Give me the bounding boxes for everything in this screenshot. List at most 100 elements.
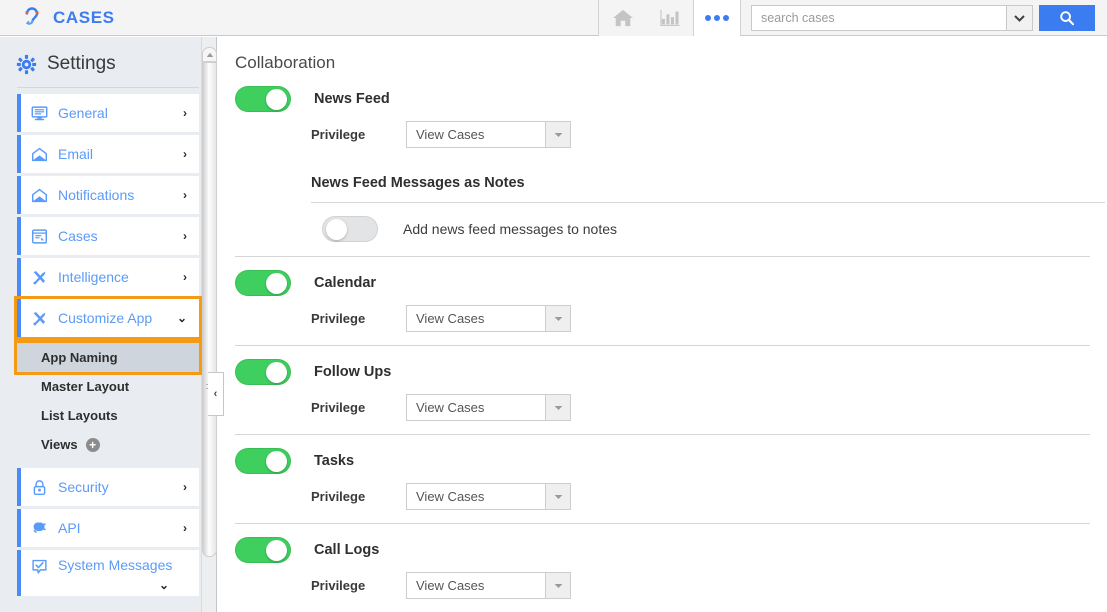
chevron-down-icon bbox=[554, 316, 562, 321]
more-dots-icon bbox=[705, 14, 711, 21]
section-header: Calendar bbox=[235, 257, 1107, 296]
sidebar-item-system-messages[interactable]: System Messages ⌄ bbox=[17, 550, 199, 596]
privilege-label: Privilege bbox=[311, 578, 366, 593]
sidebar-item-label: System Messages bbox=[58, 557, 173, 573]
sidebar-item-intelligence[interactable]: Intelligence › bbox=[17, 258, 199, 296]
select-value: View Cases bbox=[416, 400, 485, 415]
scrollbar-thumb[interactable] bbox=[202, 62, 217, 557]
sidebar-item-label: Customize App bbox=[58, 310, 153, 326]
chevron-down-icon: ⌄ bbox=[176, 311, 187, 325]
privilege-select-calendar[interactable]: View Cases bbox=[406, 305, 571, 332]
customize-app-submenu: App Naming Master Layout List Layouts Vi… bbox=[0, 340, 216, 459]
sidebar-item-notifications[interactable]: Notifications › bbox=[17, 176, 199, 214]
chevron-down-icon[interactable] bbox=[545, 122, 570, 147]
section-header: Call Logs bbox=[235, 524, 1107, 563]
sidebar-subitem-label: Views bbox=[41, 437, 78, 452]
scroll-up-arrow-icon[interactable] bbox=[202, 47, 217, 62]
sidebar-subitem-views[interactable]: Views + bbox=[17, 430, 199, 459]
chevron-down-icon[interactable] bbox=[545, 306, 570, 331]
main-content: Collaboration News Feed Privilege View C… bbox=[218, 37, 1107, 612]
toggle-knob bbox=[326, 219, 347, 240]
chevron-down-icon bbox=[554, 405, 562, 410]
home-button[interactable] bbox=[599, 0, 646, 36]
more-button[interactable] bbox=[693, 0, 741, 36]
bar-chart-icon bbox=[659, 9, 680, 26]
toggle-knob bbox=[266, 362, 287, 383]
chevron-down-icon[interactable] bbox=[545, 395, 570, 420]
select-value: View Cases bbox=[416, 578, 485, 593]
reports-button[interactable] bbox=[646, 0, 693, 36]
toggle-add-news-feed-messages-to-notes[interactable] bbox=[322, 216, 378, 242]
search-area bbox=[751, 4, 1095, 31]
setting-label: Follow Ups bbox=[314, 364, 392, 380]
privilege-select-tasks[interactable]: View Cases bbox=[406, 483, 571, 510]
chevron-down-icon bbox=[554, 583, 562, 588]
divider bbox=[17, 87, 199, 88]
sidebar-subitem-app-naming[interactable]: App Naming bbox=[14, 340, 202, 375]
toggle-follow-ups[interactable] bbox=[235, 359, 291, 385]
search-scope-dropdown[interactable] bbox=[1006, 5, 1032, 30]
privilege-label: Privilege bbox=[311, 400, 366, 415]
sidebar-item-api[interactable]: API › bbox=[17, 509, 199, 547]
lock-icon bbox=[33, 479, 46, 495]
search-button[interactable] bbox=[1039, 4, 1095, 31]
sidebar-subitem-master-layout[interactable]: Master Layout bbox=[17, 372, 199, 401]
setting-label: Tasks bbox=[314, 453, 355, 469]
toggle-knob bbox=[266, 540, 287, 561]
chevron-right-icon: › bbox=[183, 147, 187, 161]
sidebar-collapse-button[interactable]: ‹ bbox=[208, 372, 224, 416]
settings-header: Settings bbox=[0, 37, 216, 87]
search-input[interactable] bbox=[752, 5, 1006, 30]
sidebar-item-label: Email bbox=[58, 146, 94, 162]
envelope-open-icon bbox=[31, 147, 48, 161]
section-header: News Feed bbox=[235, 73, 1107, 112]
sidebar-item-label: API bbox=[58, 520, 81, 536]
chevron-down-icon[interactable] bbox=[545, 573, 570, 598]
privilege-row: Privilege View Cases bbox=[235, 296, 1107, 345]
section-header: Tasks bbox=[235, 435, 1107, 474]
search-box[interactable] bbox=[751, 4, 1033, 31]
notes-toggle-label: Add news feed messages to notes bbox=[403, 221, 618, 237]
privilege-row: Privilege View Cases bbox=[235, 112, 1107, 161]
privilege-row: Privilege View Cases bbox=[235, 563, 1107, 612]
sidebar-subitem-label: App Naming bbox=[41, 350, 118, 365]
sidebar-item-general[interactable]: General › bbox=[17, 94, 199, 132]
toggle-call-logs[interactable] bbox=[235, 537, 291, 563]
chevron-right-icon: › bbox=[183, 480, 187, 494]
select-value: View Cases bbox=[416, 311, 485, 326]
sidebar-item-security[interactable]: Security › bbox=[17, 468, 199, 506]
header-actions bbox=[598, 0, 1107, 36]
setting-section-news-feed: News Feed Privilege View Cases News Feed… bbox=[218, 73, 1107, 256]
setting-label: Call Logs bbox=[314, 542, 380, 558]
brand[interactable]: CASES bbox=[0, 6, 115, 30]
chevron-down-icon bbox=[1014, 14, 1025, 22]
brand-name: CASES bbox=[53, 7, 115, 27]
add-view-icon[interactable]: + bbox=[85, 437, 100, 452]
sidebar-item-cases[interactable]: Cases › bbox=[17, 217, 199, 255]
app-header: CASES bbox=[0, 0, 1107, 36]
select-value: View Cases bbox=[416, 489, 485, 504]
toggle-knob bbox=[266, 273, 287, 294]
privilege-label: Privilege bbox=[311, 311, 366, 326]
chevron-left-icon: ‹ bbox=[213, 388, 218, 400]
toggle-knob bbox=[266, 89, 287, 110]
sidebar-item-label: Security bbox=[58, 479, 109, 495]
sidebar-item-customize-app[interactable]: Customize App ⌄ bbox=[14, 296, 202, 340]
toggle-news-feed[interactable] bbox=[235, 86, 291, 112]
privilege-select-follow-ups[interactable]: View Cases bbox=[406, 394, 571, 421]
toggle-calendar[interactable] bbox=[235, 270, 291, 296]
sidebar-subitem-list-layouts[interactable]: List Layouts bbox=[17, 401, 199, 430]
setting-label: Calendar bbox=[314, 275, 377, 291]
sidebar-scrollbar[interactable] bbox=[201, 37, 217, 612]
chevron-right-icon: › bbox=[183, 188, 187, 202]
scroll-up-arrow-icon bbox=[206, 52, 213, 57]
monitor-icon bbox=[31, 105, 48, 120]
sidebar-item-email[interactable]: Email › bbox=[17, 135, 199, 173]
toggle-tasks[interactable] bbox=[235, 448, 291, 474]
page-title: Settings bbox=[47, 53, 116, 74]
chevron-down-icon[interactable] bbox=[545, 484, 570, 509]
tools-icon bbox=[33, 270, 46, 284]
privilege-select-news-feed[interactable]: View Cases bbox=[406, 121, 571, 148]
chevron-right-icon: › bbox=[183, 106, 187, 120]
privilege-select-call-logs[interactable]: View Cases bbox=[406, 572, 571, 599]
